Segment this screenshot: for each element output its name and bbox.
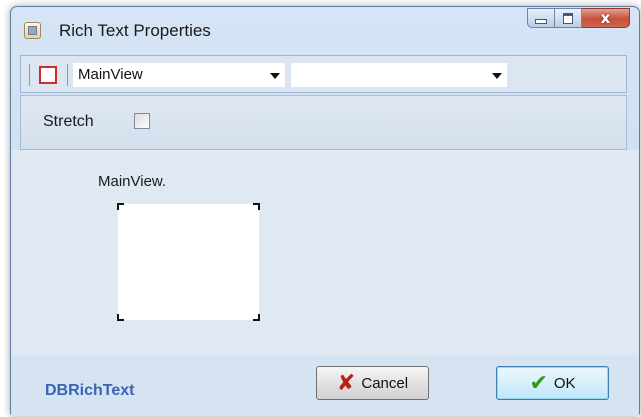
close-icon: x xyxy=(600,8,611,27)
maximize-button[interactable] xyxy=(555,8,582,28)
view-name-label: MainView. xyxy=(98,173,167,190)
view-select[interactable]: MainView xyxy=(73,63,285,87)
preview-area: MainView. xyxy=(11,150,639,355)
toolbar-separator xyxy=(67,64,68,86)
selection-handle xyxy=(253,203,260,210)
window-title: Rich Text Properties xyxy=(59,21,211,40)
cancel-x-icon: ✘ xyxy=(336,370,356,395)
ok-button-label: OK xyxy=(553,374,576,392)
chevron-down-icon xyxy=(492,73,502,79)
minimize-icon xyxy=(535,19,547,24)
selection-handle xyxy=(253,314,260,321)
brand-label: DBRichText xyxy=(45,382,135,399)
secondary-select[interactable] xyxy=(291,63,507,87)
title-bar[interactable]: Rich Text Properties x xyxy=(11,7,639,53)
stretch-option-row: Stretch xyxy=(20,95,627,150)
form-properties-icon xyxy=(24,22,41,39)
selection-handle xyxy=(117,203,124,210)
border-color-icon[interactable] xyxy=(39,66,57,84)
cancel-button[interactable]: ✘ Cancel xyxy=(316,366,429,400)
stretch-label: Stretch xyxy=(43,113,94,130)
selection-handle xyxy=(117,314,124,321)
minimize-button[interactable] xyxy=(527,8,555,28)
close-button[interactable]: x xyxy=(582,8,630,28)
chevron-down-icon xyxy=(270,73,280,79)
ok-checkmark-icon: ✔ xyxy=(529,370,548,395)
stretch-checkbox[interactable] xyxy=(134,113,150,129)
ok-button[interactable]: ✔ OK xyxy=(496,366,609,400)
caption-buttons: x xyxy=(527,8,630,28)
view-preview-box[interactable] xyxy=(117,203,260,321)
view-select-value: MainView xyxy=(78,66,143,83)
toolbar: MainView xyxy=(20,55,627,93)
maximize-icon xyxy=(563,12,573,24)
toolbar-separator xyxy=(29,64,30,86)
cancel-button-label: Cancel xyxy=(361,374,409,392)
rich-text-properties-window: Rich Text Properties x MainView Stretch xyxy=(10,6,640,416)
dialog-footer: DBRichText ✘ Cancel ✔ OK xyxy=(11,355,639,416)
